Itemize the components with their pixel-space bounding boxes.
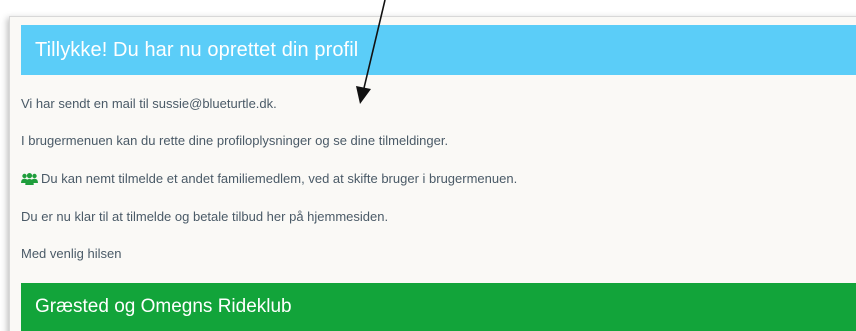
header-bar: Tillykke! Du har nu oprettet din profil <box>21 25 856 75</box>
footer-bar: Græsted og Omegns Rideklub <box>21 283 856 331</box>
greeting-text: Med venlig hilsen <box>21 246 122 261</box>
screenshot-stage: Tillykke! Du har nu oprettet din profil … <box>0 0 856 331</box>
ready-text: Du er nu klar til at tilmelde og betale … <box>21 209 389 224</box>
family-member-message: Du kan nemt tilmelde et andet familiemed… <box>21 171 517 186</box>
ready-message: Du er nu klar til at tilmelde og betale … <box>21 209 388 224</box>
mail-sent-text: Vi har sendt en mail til sussie@blueturt… <box>21 96 277 111</box>
club-name: Græsted og Omegns Rideklub <box>35 296 292 317</box>
page-title: Tillykke! Du har nu oprettet din profil <box>35 38 359 61</box>
user-menu-text: I brugermenuen kan du rette dine profilo… <box>21 133 449 148</box>
greeting-message: Med venlig hilsen <box>21 246 121 261</box>
user-menu-message: I brugermenuen kan du rette dine profilo… <box>21 133 448 148</box>
users-icon <box>21 172 38 185</box>
mail-sent-message: Vi har sendt en mail til sussie@blueturt… <box>21 96 277 111</box>
family-member-text: Du kan nemt tilmelde et andet familiemed… <box>41 171 518 186</box>
